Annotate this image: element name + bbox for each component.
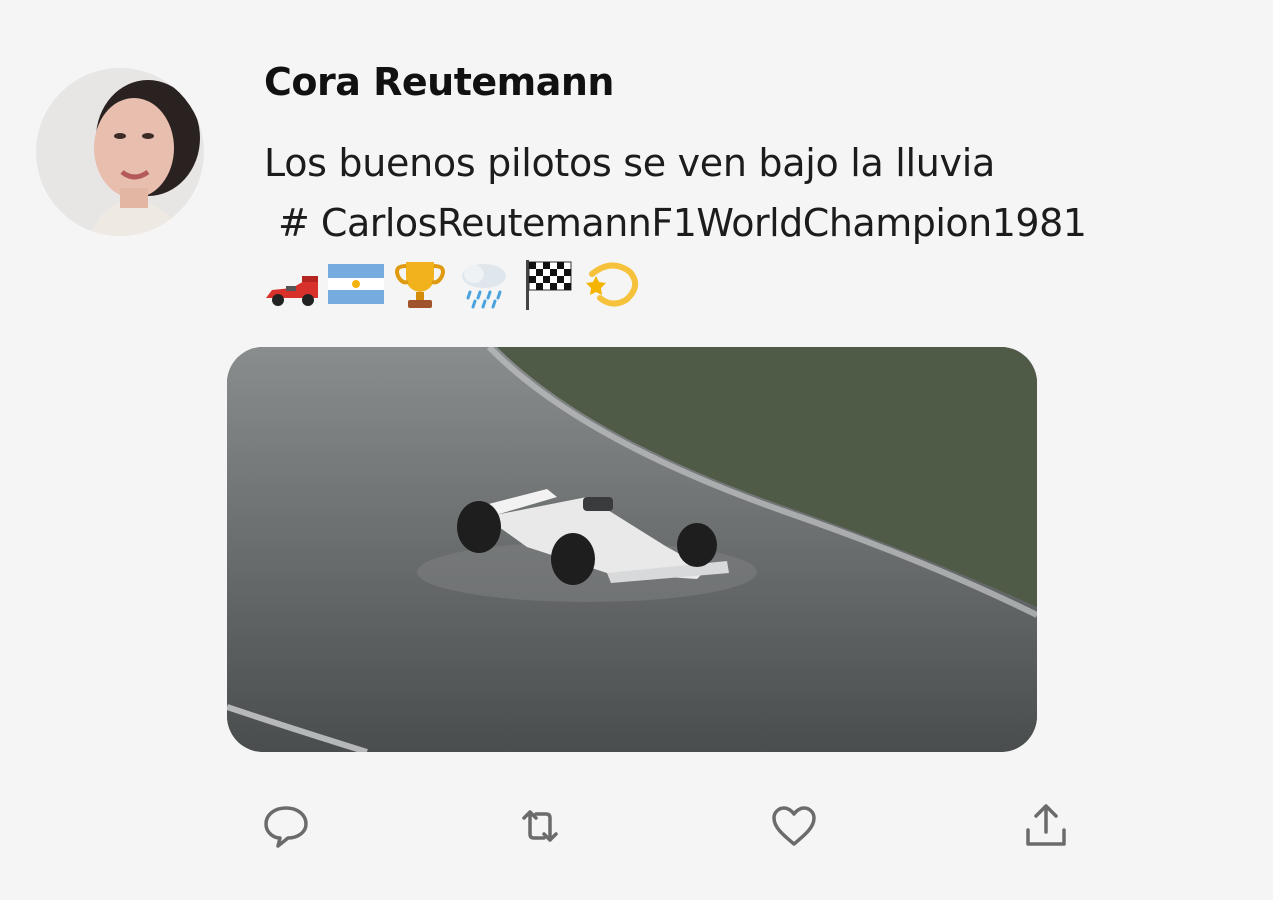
emoji-row bbox=[262, 252, 642, 316]
hashtag-link[interactable]: # CarlosReutemannF1WorldChampion1981 bbox=[278, 196, 1087, 250]
video-thumbnail[interactable] bbox=[227, 347, 1037, 752]
avatar[interactable] bbox=[36, 68, 204, 236]
racing-car-icon bbox=[266, 276, 318, 306]
trophy-icon bbox=[395, 262, 445, 308]
f1-car-in-rain-video bbox=[227, 347, 1037, 752]
checkered-flag-icon bbox=[526, 260, 572, 310]
like-button[interactable] bbox=[766, 798, 822, 854]
tweet-card: Cora Reutemann Los buenos pilotos se ven… bbox=[0, 0, 1273, 900]
tweet-actions bbox=[0, 798, 1273, 858]
argentina-flag-icon bbox=[328, 264, 384, 304]
tweet-text: Los buenos pilotos se ven bajo la lluvia bbox=[264, 141, 995, 185]
author-name[interactable]: Cora Reutemann bbox=[264, 60, 614, 104]
dizzy-star-icon bbox=[586, 262, 639, 307]
reply-button[interactable] bbox=[258, 798, 314, 854]
like-icon bbox=[772, 806, 816, 846]
retweet-icon bbox=[522, 810, 558, 842]
rain-cloud-icon bbox=[462, 264, 506, 309]
retweet-button[interactable] bbox=[512, 798, 568, 854]
share-button[interactable] bbox=[1018, 798, 1074, 854]
reply-icon bbox=[264, 806, 308, 848]
share-icon bbox=[1026, 804, 1066, 846]
